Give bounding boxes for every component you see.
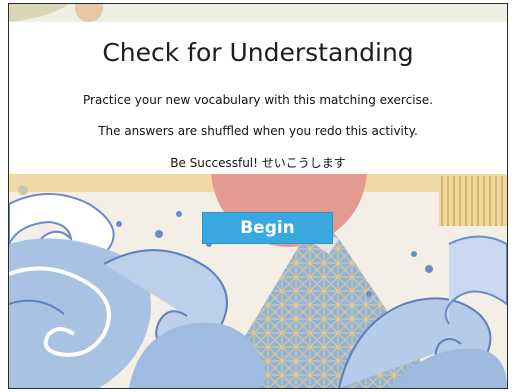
instruction-encouragement: Be Successful! せいこうします (170, 156, 346, 170)
begin-button[interactable]: Begin (202, 212, 333, 244)
activity-frame: Check for Understanding Practice your ne… (8, 3, 508, 389)
instruction-vocabulary: Practice your new vocabulary with this m… (83, 93, 433, 107)
instruction-shuffle: The answers are shuffled when you redo t… (98, 124, 418, 138)
page-title: Check for Understanding (102, 38, 414, 67)
